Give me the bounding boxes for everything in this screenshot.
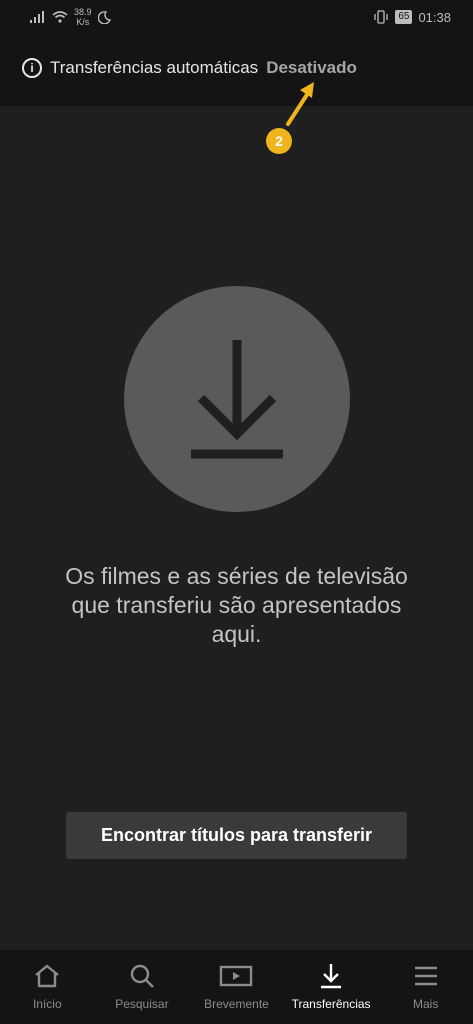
nav-label-home: Início (32, 997, 62, 1011)
nav-item-search[interactable]: Pesquisar (95, 963, 189, 1011)
auto-downloads-row[interactable]: i Transferências automáticas Desativado (22, 58, 357, 78)
vibrate-icon (374, 10, 388, 24)
clock: 01:38 (418, 9, 451, 25)
nav-item-downloads[interactable]: Transferências (284, 963, 378, 1011)
nav-label-search: Pesquisar (115, 997, 169, 1011)
annotation-badge: 2 (266, 128, 292, 154)
download-large-icon (191, 340, 283, 459)
moon-icon (97, 10, 111, 24)
nav-label-coming-soon: Brevemente (204, 997, 269, 1011)
empty-state-text: Os filmes e as séries de televisão que t… (20, 562, 453, 649)
play-icon (220, 965, 253, 987)
auto-downloads-label: Transferências automáticas (50, 58, 259, 77)
nav-item-coming-soon[interactable]: Brevemente (189, 963, 283, 1011)
status-left: 38.9 K/s (30, 7, 111, 27)
battery-level: 65 (395, 10, 413, 24)
nav-label-more: Mais (413, 997, 439, 1011)
signal-icon (30, 11, 44, 23)
status-bar: 38.9 K/s 65 01:38 (0, 0, 473, 34)
find-titles-button[interactable]: Encontrar títulos para transferir (66, 812, 407, 859)
menu-icon (414, 966, 437, 986)
speed-value: 38.9 (74, 7, 92, 17)
download-illustration (124, 286, 350, 512)
bottom-nav: Início Pesquisar Brevemente Transferênci… (0, 950, 473, 1024)
network-speed: 38.9 K/s (74, 7, 92, 27)
status-right: 65 01:38 (373, 10, 451, 25)
auto-downloads-status[interactable]: Desativado (266, 58, 357, 78)
info-icon[interactable]: i (22, 58, 42, 78)
annotation-arrow (286, 82, 314, 126)
nav-item-more[interactable]: Mais (379, 963, 473, 1011)
download-icon (321, 964, 342, 989)
search-icon (130, 964, 154, 988)
home-icon (35, 964, 60, 988)
nav-item-home[interactable]: Início (0, 963, 94, 1011)
speed-unit: K/s (76, 17, 90, 27)
empty-text-line-2: que transferiu são apresentados (71, 592, 402, 618)
empty-text-line-1: Os filmes e as séries de televisão (65, 563, 408, 589)
wifi-icon (52, 11, 68, 23)
nav-label-downloads: Transferências (291, 997, 371, 1011)
empty-text-line-3: aqui. (211, 621, 262, 647)
